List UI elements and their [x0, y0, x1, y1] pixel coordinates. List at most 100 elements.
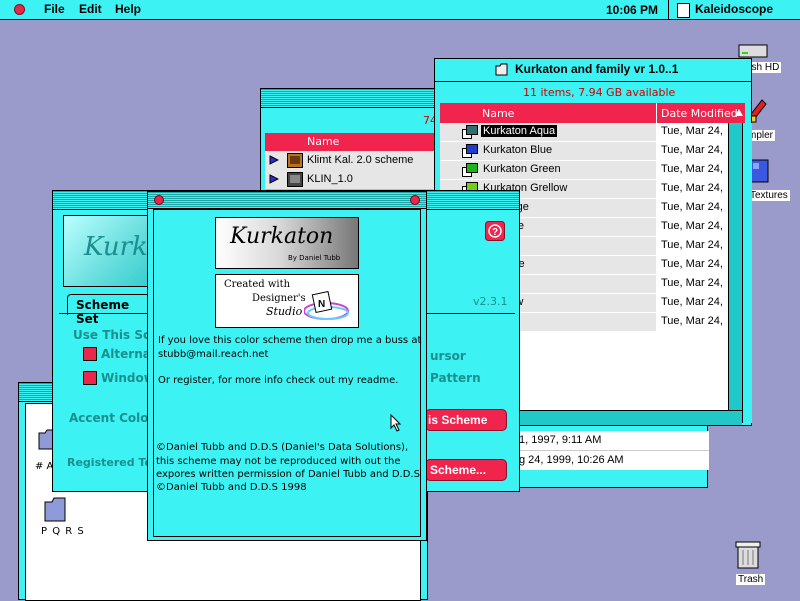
apple-menu-icon[interactable] — [14, 4, 25, 15]
application-name: Kaleidoscope — [695, 2, 774, 16]
menu-clock[interactable]: 10:06 PM — [606, 3, 658, 17]
version-label: v2.3.1 — [473, 295, 508, 308]
desktop-trash[interactable] — [734, 538, 762, 573]
menu-help[interactable]: Help — [115, 2, 141, 16]
about-message-line1: If you love this color scheme then drop … — [158, 335, 422, 346]
scheme-file-icon — [287, 153, 303, 168]
back-finder-item-name: Klimt Kal. 2.0 scheme — [307, 154, 414, 166]
kaleidoscope-logo-text: Kurk — [84, 232, 148, 262]
registered-to-label: Registered To: — [67, 456, 157, 469]
back-finder-name-column[interactable]: Name — [307, 135, 339, 148]
designers-studio-badge: Created with Designer's Studio N — [215, 274, 359, 328]
file-date: Tue, Mar 24, — [661, 220, 723, 232]
designers-label: Designer's — [252, 293, 306, 304]
file-name: Kurkaton Blue — [483, 144, 553, 156]
column-header-date-label: Date Modified — [661, 107, 738, 120]
about-dialog-titlebar[interactable] — [148, 192, 426, 209]
about-message-register: Or register, for more info check out my … — [158, 375, 399, 386]
folder-item[interactable] — [43, 495, 69, 526]
table-row[interactable]: g 24, 1999, 10:26 AM — [519, 451, 709, 470]
file-date: Tue, Mar 24, — [661, 315, 723, 327]
table-row[interactable]: 1, 1997, 9:11 AM — [519, 431, 709, 451]
scheme-file-icon — [462, 144, 478, 158]
table-row[interactable]: Kurkaton Aqua Tue, Mar 24, — [440, 123, 728, 142]
kurkaton-status-bar: 11 items, 7.94 GB available — [435, 82, 751, 102]
table-row[interactable]: Kurkaton Blue Tue, Mar 24, — [440, 142, 728, 161]
scheme-menu-button[interactable]: Scheme... — [425, 459, 507, 481]
designers-studio-logo-icon: N — [304, 291, 349, 320]
disclosure-triangle-icon[interactable] — [269, 174, 279, 184]
menu-file[interactable]: File — [44, 2, 65, 16]
folder-icon — [44, 497, 66, 522]
mouse-pointer-icon — [390, 414, 402, 432]
column-header-name[interactable]: Name — [440, 103, 656, 123]
lower-finder-date: 1, 1997, 9:11 AM — [519, 434, 602, 446]
back-finder-column-header[interactable]: Name — [265, 133, 451, 151]
back-finder-item-name: KLIN_1.0 — [307, 173, 353, 185]
checkbox-alternate[interactable] — [83, 347, 97, 361]
sort-arrow-icon[interactable] — [735, 109, 743, 116]
pattern-option-label: Pattern — [430, 371, 481, 385]
copyright-line2: this scheme may not be reproduced with o… — [156, 456, 401, 467]
file-date: Tue, Mar 24, — [661, 144, 723, 156]
folder-icon — [287, 172, 303, 187]
trash-icon — [735, 541, 761, 569]
scheme-file-icon — [462, 163, 478, 177]
file-date: Tue, Mar 24, — [661, 277, 723, 289]
copyright-line4: ©Daniel Tubb and D.D.S 1998 — [156, 482, 307, 493]
file-date: Tue, Mar 24, — [661, 163, 723, 175]
use-this-scheme-button[interactable]: is Scheme — [425, 409, 507, 431]
svg-text:N: N — [318, 299, 325, 310]
file-date: Tue, Mar 24, — [661, 296, 723, 308]
option-alternate-label: Alterna — [101, 347, 151, 361]
file-date: Tue, Mar 24, — [661, 182, 723, 194]
close-box-icon[interactable] — [154, 195, 164, 205]
disclosure-triangle-icon[interactable] — [269, 155, 279, 165]
folder-label: # A — [35, 461, 54, 472]
about-kurkaton-dialog[interactable]: Kurkaton By Daniel Tubb Created with Des… — [147, 191, 427, 541]
file-name: Kurkaton Green — [483, 163, 561, 175]
list-item[interactable]: KLIN_1.0 — [265, 170, 451, 189]
column-header-date[interactable]: Date Modified — [656, 103, 745, 123]
lower-finder-window[interactable]: 1, 1997, 9:11 AM g 24, 1999, 10:26 AM — [500, 420, 709, 488]
kurkaton-logo-title: Kurkaton — [230, 224, 334, 249]
svg-text:?: ? — [492, 227, 498, 238]
kurkaton-logo-byline: By Daniel Tubb — [288, 254, 341, 262]
created-with-label: Created with — [224, 279, 291, 290]
file-date: Tue, Mar 24, — [661, 201, 723, 213]
about-email[interactable]: stubb@mail.reach.net — [158, 349, 268, 360]
folder-label: P Q R S — [41, 526, 85, 537]
help-icon[interactable]: ? — [485, 221, 505, 241]
tab-scheme-settings[interactable]: Scheme Set — [67, 294, 155, 326]
cursor-option-label: ursor — [430, 349, 466, 363]
lower-finder-date: g 24, 1999, 10:26 AM — [519, 454, 624, 466]
application-icon — [677, 3, 690, 18]
zoom-box-icon[interactable] — [410, 195, 420, 205]
list-item[interactable]: Klimt Kal. 2.0 scheme — [265, 151, 451, 171]
vertical-scrollbar[interactable] — [728, 123, 743, 410]
kaleidoscope-logo: Kurk — [63, 215, 155, 287]
table-row[interactable]: Kurkaton Green Tue, Mar 24, — [440, 161, 728, 180]
scheme-file-icon — [462, 125, 478, 139]
file-date: Tue, Mar 24, — [661, 239, 723, 251]
kurkaton-logo: Kurkaton By Daniel Tubb — [215, 217, 359, 269]
textures-label: Textures — [748, 190, 790, 201]
checkbox-window[interactable] — [83, 371, 97, 385]
back-finder-titlebar[interactable] — [261, 89, 449, 108]
kurkaton-window-title: Kurkaton and family vr 1.0..1 — [515, 62, 679, 76]
trash-label: Trash — [736, 574, 766, 585]
column-header-name-label: Name — [482, 107, 515, 120]
copyright-line1: ©Daniel Tubb and D.D.S (Daniel's Data So… — [156, 442, 409, 453]
use-this-scheme-button-label: is Scheme — [428, 413, 488, 427]
kurkaton-titlebar[interactable]: Kurkaton and family vr 1.0..1 — [435, 59, 751, 82]
menu-edit[interactable]: Edit — [79, 2, 102, 16]
folder-icon — [495, 63, 508, 76]
application-menu[interactable]: Kaleidoscope — [668, 0, 800, 19]
window-right-edge — [742, 123, 752, 423]
menu-bar: File Edit Help 10:06 PM Kaleidoscope — [0, 0, 800, 20]
studio-label: Studio — [266, 305, 303, 318]
file-name: Kurkaton Aqua — [481, 125, 558, 137]
file-date: Tue, Mar 24, — [661, 125, 723, 137]
back-finder-window[interactable]: 74 Name Klimt Kal. 2.0 scheme KLIN_1.0 — [260, 88, 451, 198]
tab-scheme-settings-label: Scheme Set — [76, 298, 130, 326]
